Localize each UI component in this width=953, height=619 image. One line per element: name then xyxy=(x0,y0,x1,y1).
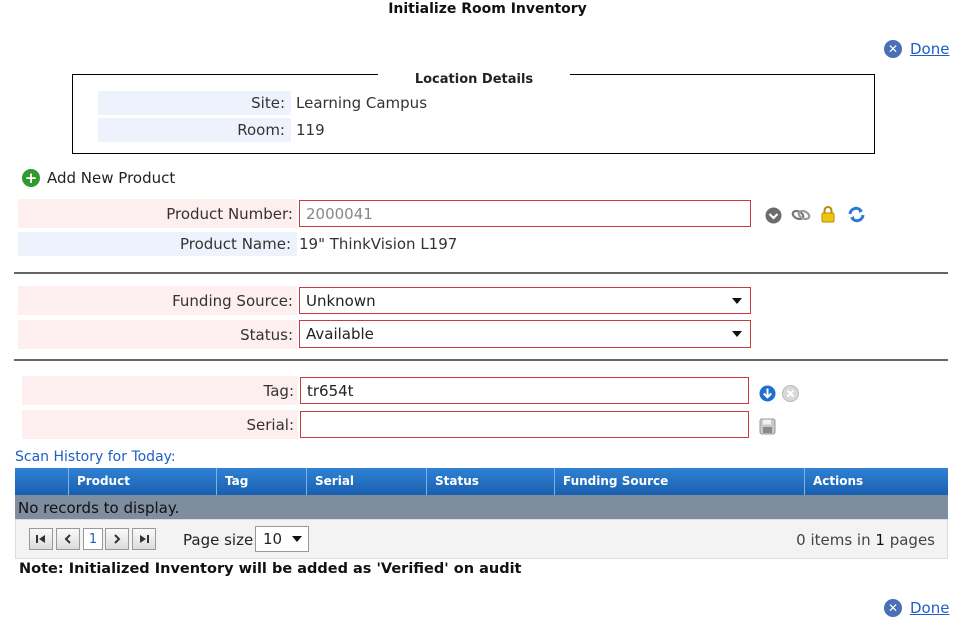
funding-source-value: Unknown xyxy=(306,291,376,310)
items-in-label: items in xyxy=(810,531,871,549)
grid-pager: 1 Page size: 10 0 items in 1 pages xyxy=(15,519,948,559)
done-top-link[interactable]: Done xyxy=(910,40,949,58)
product-link-icon[interactable] xyxy=(790,206,812,224)
grid-header-status[interactable]: Status xyxy=(426,468,554,495)
tag-submit-icon[interactable] xyxy=(758,384,776,402)
page-size-label: Page size: xyxy=(183,531,259,549)
funding-source-select[interactable]: Unknown xyxy=(299,287,751,314)
product-number-input[interactable]: 2000041 xyxy=(299,200,751,227)
tag-label: Tag: xyxy=(22,376,298,405)
product-number-label: Product Number: xyxy=(18,199,297,228)
product-lock-icon[interactable] xyxy=(819,205,837,223)
room-label: Room: xyxy=(98,118,291,142)
pages-count: 1 xyxy=(875,531,885,549)
site-value: Learning Campus xyxy=(296,94,428,112)
grid-no-records: No records to display. xyxy=(15,495,948,519)
serial-save-icon[interactable] xyxy=(758,417,776,435)
product-name-label: Product Name: xyxy=(18,232,297,256)
serial-input[interactable] xyxy=(300,411,749,438)
grid-header-select xyxy=(15,468,68,495)
status-select[interactable]: Available xyxy=(299,320,751,348)
done-bottom[interactable]: ✕ Done xyxy=(884,599,949,617)
chevron-down-icon xyxy=(732,331,742,337)
product-down-icon[interactable] xyxy=(764,206,782,224)
grid-header-serial[interactable]: Serial xyxy=(306,468,426,495)
items-count: 0 xyxy=(796,531,806,549)
section-divider xyxy=(14,359,948,361)
pages-label: pages xyxy=(889,531,935,549)
current-page-button[interactable]: 1 xyxy=(83,528,103,550)
next-page-button[interactable] xyxy=(105,528,129,550)
grid-header-product[interactable]: Product xyxy=(68,468,216,495)
room-value: 119 xyxy=(296,121,325,139)
close-circle-icon: ✕ xyxy=(884,40,902,58)
scan-history-grid-header: Product Tag Serial Status Funding Source… xyxy=(15,468,948,495)
page-title: Initialize Room Inventory xyxy=(388,1,587,17)
grid-header-funding-source[interactable]: Funding Source xyxy=(554,468,804,495)
page-size-value: 10 xyxy=(263,530,283,548)
chevron-down-icon xyxy=(732,297,742,304)
close-circle-icon: ✕ xyxy=(884,599,902,617)
section-divider xyxy=(14,272,948,274)
page-size-select[interactable]: 10 xyxy=(255,526,309,552)
tag-input[interactable]: tr654t xyxy=(300,377,749,404)
add-plus-icon: + xyxy=(22,169,40,187)
status-label: Status: xyxy=(18,320,297,349)
prev-page-button[interactable] xyxy=(56,528,80,550)
tag-clear-icon[interactable] xyxy=(781,384,799,402)
done-bottom-link[interactable]: Done xyxy=(910,599,949,617)
site-label: Site: xyxy=(98,91,291,115)
audit-note: Note: Initialized Inventory will be adde… xyxy=(19,561,522,577)
product-name-value: 19" ThinkVision L197 xyxy=(299,235,458,253)
last-page-button[interactable] xyxy=(132,528,156,550)
grid-header-tag[interactable]: Tag xyxy=(216,468,306,495)
add-new-product-button[interactable]: + Add New Product xyxy=(22,169,175,187)
done-top[interactable]: ✕ Done xyxy=(884,40,949,58)
grid-header-actions[interactable]: Actions xyxy=(804,468,948,495)
add-new-product-label: Add New Product xyxy=(47,169,176,187)
product-refresh-icon[interactable] xyxy=(846,205,866,223)
first-page-button[interactable] xyxy=(29,528,53,550)
funding-source-label: Funding Source: xyxy=(18,286,297,315)
chevron-down-icon xyxy=(292,536,302,542)
scan-history-title: Scan History for Today: xyxy=(15,449,176,465)
pager-summary: 0 items in 1 pages xyxy=(796,531,935,549)
location-details-legend: Location Details xyxy=(378,70,570,88)
serial-label: Serial: xyxy=(22,410,298,439)
status-value: Available xyxy=(306,325,374,343)
